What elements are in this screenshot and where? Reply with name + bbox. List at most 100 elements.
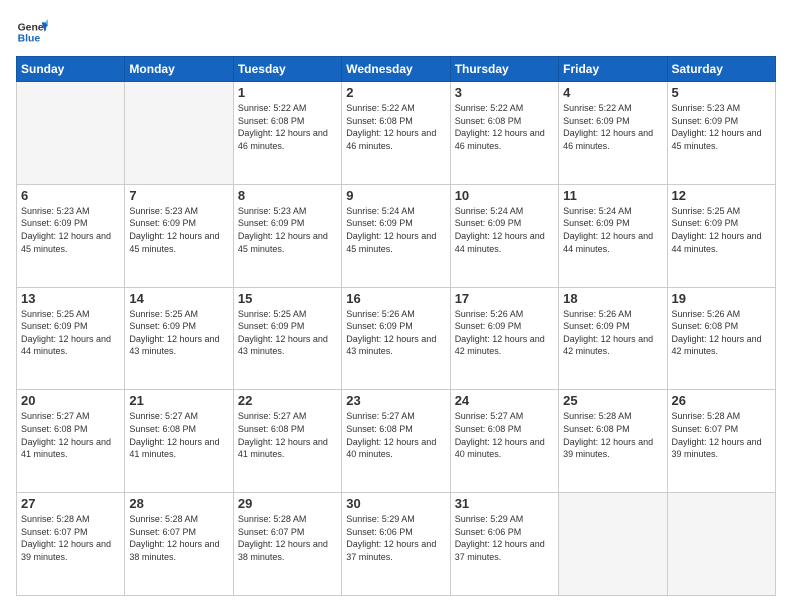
day-number: 17	[455, 291, 554, 306]
calendar-cell	[667, 493, 775, 596]
day-info: Sunrise: 5:26 AMSunset: 6:09 PMDaylight:…	[455, 308, 554, 358]
calendar-cell	[17, 82, 125, 185]
calendar-cell: 31 Sunrise: 5:29 AMSunset: 6:06 PMDayligh…	[450, 493, 558, 596]
day-info: Sunrise: 5:25 AMSunset: 6:09 PMDaylight:…	[129, 308, 228, 358]
day-info: Sunrise: 5:26 AMSunset: 6:09 PMDaylight:…	[563, 308, 662, 358]
day-info: Sunrise: 5:25 AMSunset: 6:09 PMDaylight:…	[672, 205, 771, 255]
day-number: 16	[346, 291, 445, 306]
calendar-cell: 18Sunrise: 5:26 AMSunset: 6:09 PMDayligh…	[559, 287, 667, 390]
day-info: Sunrise: 5:22 AMSunset: 6:09 PMDaylight:…	[563, 102, 662, 152]
day-number: 4	[563, 85, 662, 100]
calendar-cell: 19Sunrise: 5:26 AMSunset: 6:08 PMDayligh…	[667, 287, 775, 390]
calendar-cell: 1 Sunrise: 5:22 AMSunset: 6:08 PMDaylight…	[233, 82, 341, 185]
calendar-week-5: 27 Sunrise: 5:28 AMSunset: 6:07 PMDayligh…	[17, 493, 776, 596]
day-info: Sunrise: 5:22 AMSunset: 6:08 PMDaylight:…	[455, 102, 554, 152]
day-info: Sunrise: 5:28 AMSunset: 6:07 PMDaylight:…	[21, 513, 120, 563]
day-number: 25	[563, 393, 662, 408]
day-info: Sunrise: 5:27 AMSunset: 6:08 PMDaylight:…	[238, 410, 337, 460]
calendar-cell: 10Sunrise: 5:24 AMSunset: 6:09 PMDayligh…	[450, 184, 558, 287]
calendar-body: 1 Sunrise: 5:22 AMSunset: 6:08 PMDaylight…	[17, 82, 776, 596]
calendar-header-wednesday: Wednesday	[342, 57, 450, 82]
day-info: Sunrise: 5:27 AMSunset: 6:08 PMDaylight:…	[455, 410, 554, 460]
logo-icon: General Blue	[16, 16, 48, 48]
calendar-cell: 23 Sunrise: 5:27 AMSunset: 6:08 PMDayligh…	[342, 390, 450, 493]
calendar-cell: 4 Sunrise: 5:22 AMSunset: 6:09 PMDaylight…	[559, 82, 667, 185]
day-info: Sunrise: 5:25 AMSunset: 6:09 PMDaylight:…	[238, 308, 337, 358]
day-number: 15	[238, 291, 337, 306]
calendar-header-sunday: Sunday	[17, 57, 125, 82]
day-info: Sunrise: 5:28 AMSunset: 6:08 PMDaylight:…	[563, 410, 662, 460]
day-info: Sunrise: 5:27 AMSunset: 6:08 PMDaylight:…	[21, 410, 120, 460]
day-number: 26	[672, 393, 771, 408]
calendar-cell: 9 Sunrise: 5:24 AMSunset: 6:09 PMDaylight…	[342, 184, 450, 287]
calendar-cell: 2 Sunrise: 5:22 AMSunset: 6:08 PMDaylight…	[342, 82, 450, 185]
day-number: 19	[672, 291, 771, 306]
day-number: 30	[346, 496, 445, 511]
day-info: Sunrise: 5:24 AMSunset: 6:09 PMDaylight:…	[346, 205, 445, 255]
day-info: Sunrise: 5:29 AMSunset: 6:06 PMDaylight:…	[346, 513, 445, 563]
calendar-cell: 29 Sunrise: 5:28 AMSunset: 6:07 PMDayligh…	[233, 493, 341, 596]
day-number: 14	[129, 291, 228, 306]
day-info: Sunrise: 5:28 AMSunset: 6:07 PMDaylight:…	[238, 513, 337, 563]
calendar: SundayMondayTuesdayWednesdayThursdayFrid…	[16, 56, 776, 596]
day-number: 22	[238, 393, 337, 408]
calendar-week-2: 6Sunrise: 5:23 AMSunset: 6:09 PMDaylight…	[17, 184, 776, 287]
day-info: Sunrise: 5:27 AMSunset: 6:08 PMDaylight:…	[129, 410, 228, 460]
page: General Blue SundayMondayTuesdayWednesda…	[0, 0, 792, 612]
calendar-cell: 30 Sunrise: 5:29 AMSunset: 6:06 PMDayligh…	[342, 493, 450, 596]
calendar-cell: 12 Sunrise: 5:25 AMSunset: 6:09 PMDayligh…	[667, 184, 775, 287]
day-number: 12	[672, 188, 771, 203]
day-info: Sunrise: 5:24 AMSunset: 6:09 PMDaylight:…	[563, 205, 662, 255]
day-number: 27	[21, 496, 120, 511]
day-number: 28	[129, 496, 228, 511]
day-info: Sunrise: 5:23 AMSunset: 6:09 PMDaylight:…	[129, 205, 228, 255]
day-number: 9	[346, 188, 445, 203]
calendar-cell: 5 Sunrise: 5:23 AMSunset: 6:09 PMDaylight…	[667, 82, 775, 185]
day-number: 23	[346, 393, 445, 408]
calendar-week-4: 20Sunrise: 5:27 AMSunset: 6:08 PMDayligh…	[17, 390, 776, 493]
calendar-cell: 3 Sunrise: 5:22 AMSunset: 6:08 PMDaylight…	[450, 82, 558, 185]
calendar-cell: 8Sunrise: 5:23 AMSunset: 6:09 PMDaylight…	[233, 184, 341, 287]
day-info: Sunrise: 5:28 AMSunset: 6:07 PMDaylight:…	[672, 410, 771, 460]
day-number: 29	[238, 496, 337, 511]
day-info: Sunrise: 5:22 AMSunset: 6:08 PMDaylight:…	[346, 102, 445, 152]
day-info: Sunrise: 5:29 AMSunset: 6:06 PMDaylight:…	[455, 513, 554, 563]
calendar-cell: 7 Sunrise: 5:23 AMSunset: 6:09 PMDaylight…	[125, 184, 233, 287]
calendar-cell: 13 Sunrise: 5:25 AMSunset: 6:09 PMDayligh…	[17, 287, 125, 390]
logo: General Blue	[16, 16, 48, 48]
day-info: Sunrise: 5:24 AMSunset: 6:09 PMDaylight:…	[455, 205, 554, 255]
calendar-cell: 21 Sunrise: 5:27 AMSunset: 6:08 PMDayligh…	[125, 390, 233, 493]
calendar-cell	[125, 82, 233, 185]
day-info: Sunrise: 5:25 AMSunset: 6:09 PMDaylight:…	[21, 308, 120, 358]
day-number: 1	[238, 85, 337, 100]
calendar-cell: 25 Sunrise: 5:28 AMSunset: 6:08 PMDayligh…	[559, 390, 667, 493]
day-info: Sunrise: 5:28 AMSunset: 6:07 PMDaylight:…	[129, 513, 228, 563]
calendar-cell: 26 Sunrise: 5:28 AMSunset: 6:07 PMDayligh…	[667, 390, 775, 493]
day-number: 31	[455, 496, 554, 511]
day-info: Sunrise: 5:23 AMSunset: 6:09 PMDaylight:…	[21, 205, 120, 255]
header: General Blue	[16, 16, 776, 48]
day-number: 21	[129, 393, 228, 408]
day-number: 7	[129, 188, 228, 203]
calendar-cell: 22 Sunrise: 5:27 AMSunset: 6:08 PMDayligh…	[233, 390, 341, 493]
calendar-cell: 17 Sunrise: 5:26 AMSunset: 6:09 PMDayligh…	[450, 287, 558, 390]
svg-text:Blue: Blue	[18, 34, 41, 45]
day-info: Sunrise: 5:27 AMSunset: 6:08 PMDaylight:…	[346, 410, 445, 460]
calendar-header-tuesday: Tuesday	[233, 57, 341, 82]
calendar-cell: 16 Sunrise: 5:26 AMSunset: 6:09 PMDayligh…	[342, 287, 450, 390]
day-number: 24	[455, 393, 554, 408]
calendar-cell: 20Sunrise: 5:27 AMSunset: 6:08 PMDayligh…	[17, 390, 125, 493]
day-number: 2	[346, 85, 445, 100]
day-info: Sunrise: 5:22 AMSunset: 6:08 PMDaylight:…	[238, 102, 337, 152]
day-info: Sunrise: 5:26 AMSunset: 6:09 PMDaylight:…	[346, 308, 445, 358]
calendar-week-1: 1 Sunrise: 5:22 AMSunset: 6:08 PMDaylight…	[17, 82, 776, 185]
day-number: 13	[21, 291, 120, 306]
calendar-cell: 24 Sunrise: 5:27 AMSunset: 6:08 PMDayligh…	[450, 390, 558, 493]
day-info: Sunrise: 5:23 AMSunset: 6:09 PMDaylight:…	[238, 205, 337, 255]
calendar-cell: 11Sunrise: 5:24 AMSunset: 6:09 PMDayligh…	[559, 184, 667, 287]
day-info: Sunrise: 5:23 AMSunset: 6:09 PMDaylight:…	[672, 102, 771, 152]
calendar-header-friday: Friday	[559, 57, 667, 82]
calendar-cell: 14 Sunrise: 5:25 AMSunset: 6:09 PMDayligh…	[125, 287, 233, 390]
day-number: 3	[455, 85, 554, 100]
day-number: 5	[672, 85, 771, 100]
